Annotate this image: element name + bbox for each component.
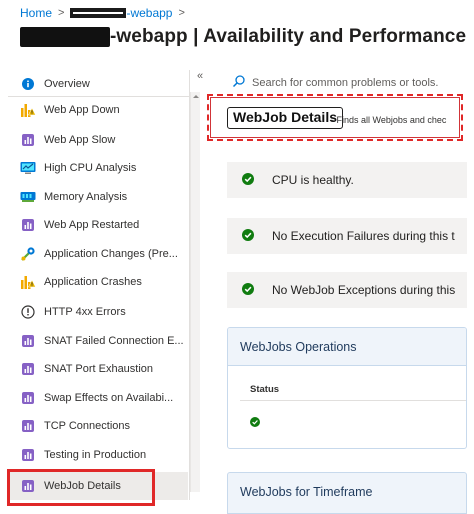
collapse-sidebar-icon[interactable]: « [197, 70, 203, 82]
sidebar-item-memory-analysis[interactable]: Memory Analysis [8, 185, 188, 209]
sidebar-item-label: Overview [44, 78, 90, 90]
info-icon [20, 76, 36, 92]
sidebar-item-tcp-connections[interactable]: TCP Connections [8, 414, 188, 438]
detector-icon [20, 333, 36, 349]
sidebar-item-label: Web App Slow [44, 134, 116, 146]
sidebar-item-label: SNAT Failed Connection E... [44, 335, 184, 347]
highlight-box-sidebar [7, 469, 155, 506]
success-check-icon [242, 228, 254, 244]
detector-icon [20, 390, 36, 406]
success-check-icon [242, 172, 254, 188]
card-title: WebJobs for Timeframe [240, 485, 373, 499]
sidebar-item-overview[interactable]: Overview [8, 72, 188, 96]
detector-icon [20, 361, 36, 377]
page-title-text: -webapp | Availability and Performance [110, 26, 467, 47]
detector-description: - Finds all Webjobs and chec [331, 115, 447, 125]
sidebar-item-web-app-restarted[interactable]: Web App Restarted [8, 213, 188, 237]
webjobs-timeframe-card: WebJobs for Timeframe [227, 472, 467, 514]
sidebar-item-high-cpu-analysis[interactable]: High CPU Analysis [8, 156, 188, 180]
detector-title: WebJob Details [227, 107, 343, 129]
sidebar-item-snat-port-exhaustion[interactable]: SNAT Port Exhaustion [8, 357, 188, 381]
breadcrumb-resource[interactable]: -webapp [126, 6, 172, 20]
sidebar-item-label: Application Crashes [44, 276, 142, 288]
redacted-resource-name [70, 8, 127, 18]
changes-icon [20, 246, 36, 262]
insight-text: CPU is healthy. [272, 173, 354, 187]
sidebar-item-snat-failed-connection[interactable]: SNAT Failed Connection E... [8, 329, 188, 353]
chevron-right-icon: > [178, 7, 185, 19]
sidebar-item-label: Application Changes (Pre... [44, 248, 178, 260]
sidebar-scrollbar[interactable] [190, 92, 200, 492]
insight-card[interactable]: CPU is healthy. [227, 162, 467, 198]
insight-card[interactable]: No Execution Failures during this t [227, 218, 467, 254]
sidebar-item-web-app-slow[interactable]: Web App Slow [8, 128, 188, 152]
sidebar-item-label: SNAT Port Exhaustion [44, 363, 154, 375]
table-column-header: Status [250, 384, 280, 395]
chart-warning-icon [20, 274, 36, 290]
search-input[interactable]: Search for common problems or tools. [252, 77, 438, 89]
breadcrumb: Home > -webapp > [20, 6, 191, 20]
sidebar-item-label: Swap Effects on Availabi... [44, 392, 174, 404]
success-check-icon [250, 414, 260, 432]
page-title: -webapp | Availability and Performance [20, 26, 466, 48]
insight-card[interactable]: No WebJob Exceptions during this [227, 272, 467, 308]
chevron-right-icon: > [58, 7, 65, 19]
sidebar-item-http-4xx-errors[interactable]: HTTP 4xx Errors [8, 300, 188, 324]
sidebar-item-application-crashes[interactable]: Application Crashes [8, 270, 188, 294]
detector-icon [20, 217, 36, 233]
redacted-title-prefix [20, 27, 110, 47]
search-icon [232, 74, 246, 91]
insight-text: No WebJob Exceptions during this [272, 283, 456, 297]
sidebar-item-label: High CPU Analysis [44, 162, 137, 174]
sidebar-item-application-changes[interactable]: Application Changes (Pre... [8, 242, 188, 266]
sidebar-item-label: TCP Connections [44, 420, 131, 432]
insight-text: No Execution Failures during this t [272, 229, 455, 243]
sidebar-item-label: Testing in Production [44, 449, 147, 461]
sidebar-item-label: HTTP 4xx Errors [44, 306, 126, 318]
error-circle-icon [20, 304, 36, 320]
detector-icon [20, 447, 36, 463]
detector-icon [20, 132, 36, 148]
memory-icon [20, 189, 36, 205]
detector-header: WebJob Details - Finds all Webjobs and c… [207, 94, 463, 141]
success-check-icon [242, 282, 254, 298]
chart-warning-icon [20, 102, 36, 118]
sidebar-item-label: Web App Down [44, 104, 120, 116]
sidebar-item-swap-effects[interactable]: Swap Effects on Availabi... [8, 386, 188, 410]
sidebar-item-web-app-down[interactable]: Web App Down [8, 98, 188, 122]
detector-icon [20, 418, 36, 434]
search-box[interactable]: Search for common problems or tools. [232, 74, 438, 91]
cpu-icon [20, 160, 36, 176]
table-divider [240, 400, 466, 401]
card-title: WebJobs Operations [228, 328, 466, 366]
sidebar-item-label: Memory Analysis [44, 191, 128, 203]
sidebar-item-testing-in-production[interactable]: Testing in Production [8, 443, 188, 467]
sidebar-item-label: Web App Restarted [44, 219, 140, 231]
webjobs-operations-card: WebJobs Operations Status [227, 327, 467, 449]
breadcrumb-home[interactable]: Home [20, 6, 52, 20]
sidebar-divider [8, 96, 190, 97]
